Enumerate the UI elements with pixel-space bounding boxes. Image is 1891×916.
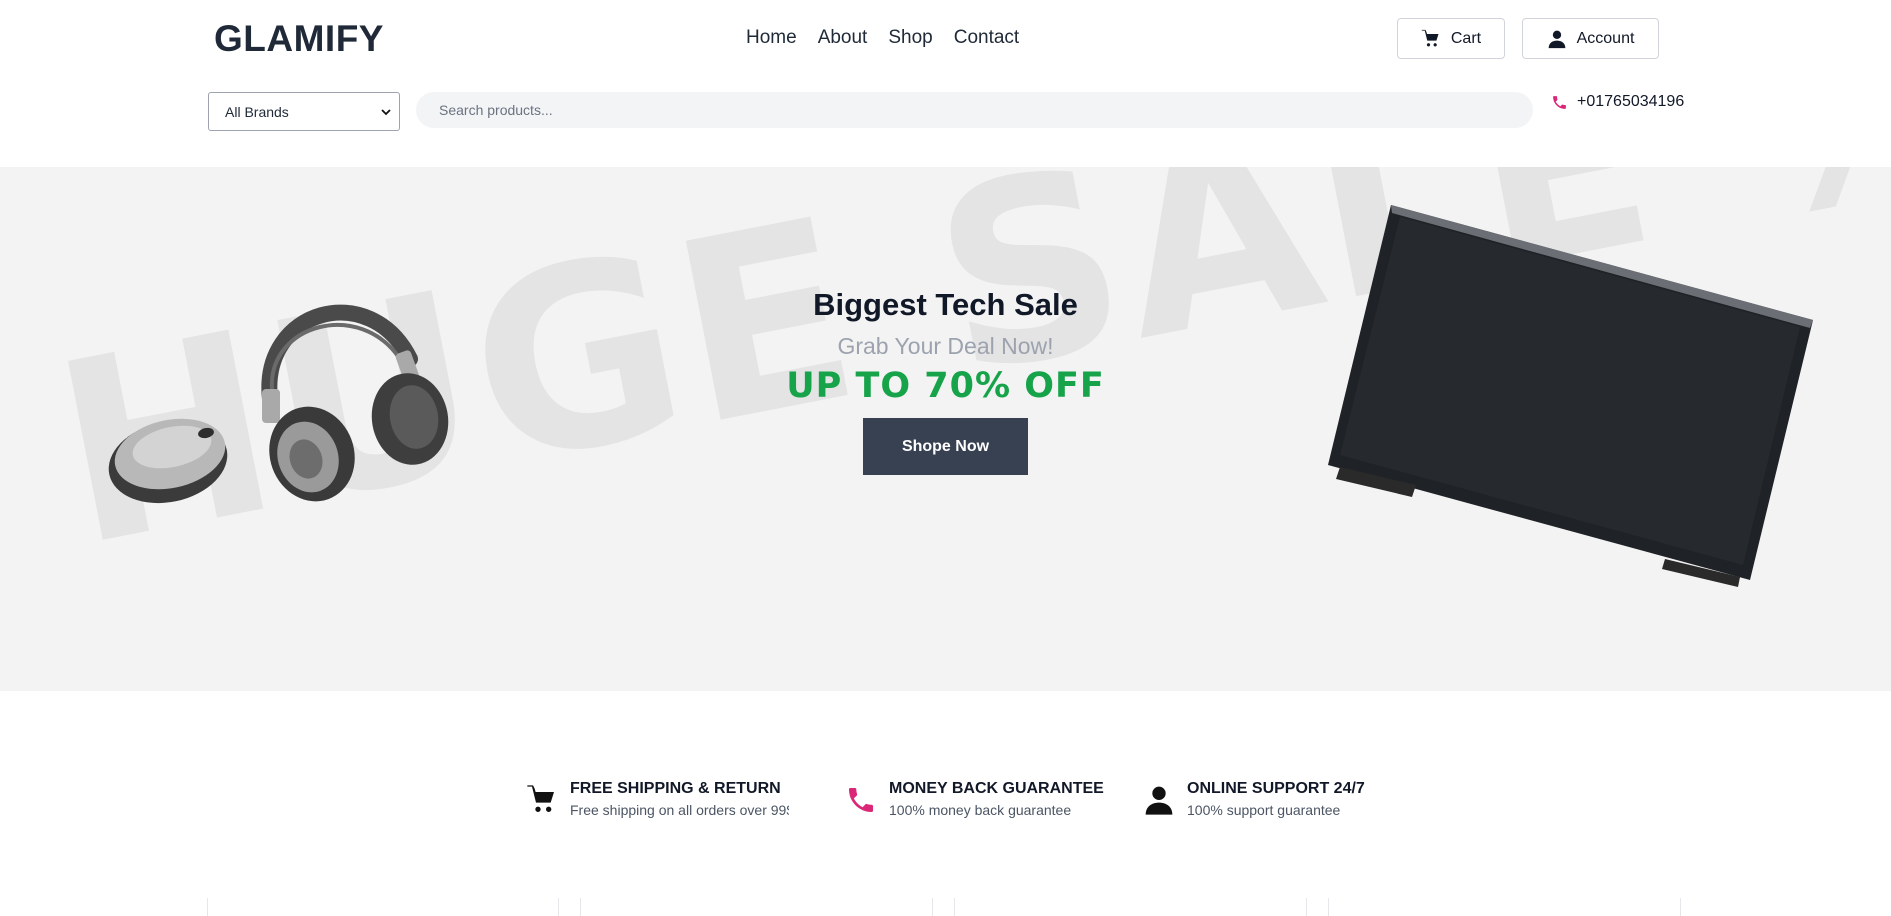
nav-home[interactable]: Home — [746, 27, 797, 49]
search-bar — [416, 92, 1533, 128]
feature-title: ONLINE SUPPORT 24/7 — [1187, 780, 1365, 797]
search-input[interactable] — [439, 102, 1533, 118]
card-edge — [580, 898, 581, 916]
nav-contact[interactable]: Contact — [954, 27, 1019, 49]
nav-shop[interactable]: Shop — [888, 27, 932, 49]
account-button[interactable]: Account — [1522, 18, 1659, 59]
product-cards-top — [0, 898, 1891, 916]
features-bar: FREE SHIPPING & RETURN Free shipping on … — [0, 780, 1891, 828]
card-edge — [1680, 898, 1681, 916]
phone-icon — [849, 788, 873, 812]
card-edge — [558, 898, 559, 916]
tv-image — [1328, 205, 1813, 587]
phone-number[interactable]: +01765034196 — [1577, 93, 1684, 111]
feature-desc: Free shipping on all orders over 99$ — [570, 802, 789, 818]
card-edge — [1306, 898, 1307, 916]
feature-desc: 100% money back guarantee — [889, 802, 1072, 818]
feature-item: FREE SHIPPING & RETURN Free shipping on … — [526, 780, 789, 818]
card-edge — [207, 898, 208, 916]
card-edge — [1328, 898, 1329, 916]
phone-icon — [1553, 95, 1566, 109]
phone-contact: +01765034196 — [1551, 93, 1684, 111]
site-header: GLAMIFY Home About Shop Contact Cart Acc… — [0, 0, 1891, 167]
cart-button[interactable]: Cart — [1397, 18, 1505, 59]
main-nav: Home About Shop Contact — [746, 27, 1019, 49]
user-icon — [1548, 30, 1565, 48]
feature-title: MONEY BACK GUARANTEE — [889, 780, 1104, 797]
logo[interactable]: GLAMIFY — [214, 18, 384, 60]
brand-select-value: All Brands — [225, 103, 289, 120]
shop-now-button[interactable]: Shope Now — [863, 418, 1028, 475]
user-icon — [1145, 786, 1173, 815]
cart-icon — [1421, 29, 1439, 46]
feature-title: FREE SHIPPING & RETURN — [570, 780, 781, 797]
card-edge — [932, 898, 933, 916]
card-edge — [954, 898, 955, 916]
account-label: Account — [1576, 29, 1635, 47]
feature-item: ONLINE SUPPORT 24/7 100% support guarant… — [1143, 780, 1365, 818]
brand-select[interactable]: All Brands — [208, 92, 400, 131]
hero-banner: HUGE SALE % Biggest Tech Sale Grab Your … — [0, 167, 1891, 691]
feature-desc: 100% support guarantee — [1187, 802, 1341, 818]
feature-item: MONEY BACK GUARANTEE 100% money back gua… — [845, 780, 1104, 818]
cart-label: Cart — [1450, 29, 1482, 47]
cart-icon — [527, 785, 554, 812]
chevron-down-icon — [381, 108, 391, 115]
nav-about[interactable]: About — [818, 27, 868, 49]
